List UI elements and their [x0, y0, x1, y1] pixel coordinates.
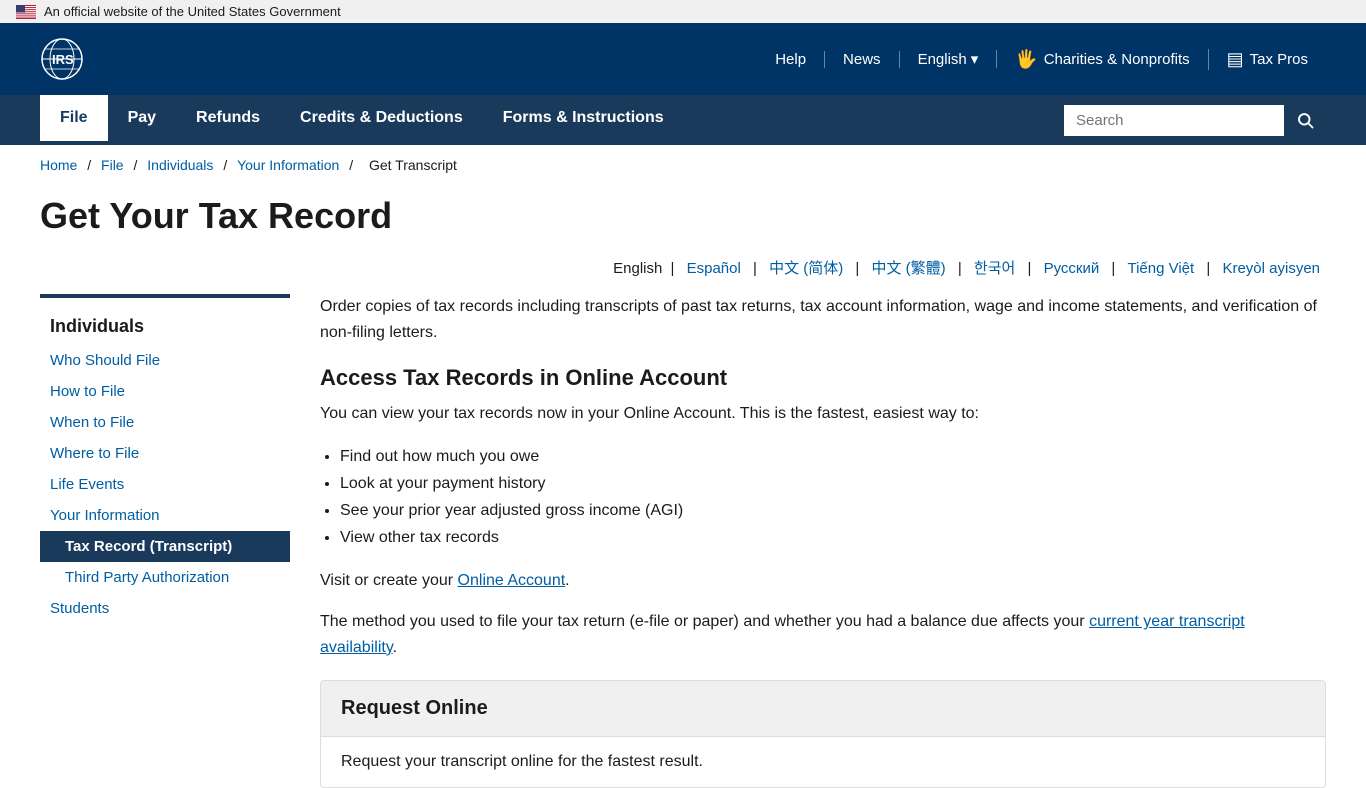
lang-vietnamese[interactable]: Tiếng Việt: [1127, 260, 1194, 277]
sidebar-item-third-party[interactable]: Third Party Authorization: [40, 562, 290, 593]
breadcrumb-individuals[interactable]: Individuals: [147, 157, 213, 173]
section1-note: The method you used to file your tax ret…: [320, 609, 1326, 660]
language-bar: English | Español | 中文 (简体) | 中文 (繁體) | …: [280, 257, 1366, 294]
lang-chinese-simplified[interactable]: 中文 (简体): [769, 260, 843, 277]
charities-link[interactable]: 🖐 Charities & Nonprofits: [997, 49, 1208, 70]
breadcrumb-sep1: /: [87, 157, 95, 173]
content-area: Individuals Who Should File How to File …: [0, 294, 1366, 788]
lang-creole[interactable]: Kreyòl ayisyen: [1222, 260, 1320, 277]
charities-icon: 🖐: [1015, 49, 1037, 70]
breadcrumb-current: Get Transcript: [369, 157, 457, 173]
lang-espanol[interactable]: Español: [687, 260, 741, 277]
lang-russian[interactable]: Русский: [1044, 260, 1100, 277]
sidebar-item-who-should-file[interactable]: Who Should File: [40, 345, 290, 376]
breadcrumb-sep2: /: [133, 157, 141, 173]
main-nav: File Pay Refunds Credits & Deductions Fo…: [0, 95, 1366, 145]
breadcrumb: Home / File / Individuals / Your Informa…: [0, 145, 1366, 185]
section1-title: Access Tax Records in Online Account: [320, 365, 1326, 391]
help-link[interactable]: Help: [757, 51, 825, 68]
request-box-body: Request your transcript online for the f…: [321, 737, 1325, 787]
sidebar-item-tax-record[interactable]: Tax Record (Transcript): [40, 531, 290, 562]
list-item: Find out how much you owe: [340, 443, 1326, 470]
breadcrumb-file[interactable]: File: [101, 157, 124, 173]
search-button[interactable]: [1284, 104, 1326, 136]
breadcrumb-home[interactable]: Home: [40, 157, 77, 173]
main-content: Order copies of tax records including tr…: [320, 294, 1326, 788]
nav-refunds[interactable]: Refunds: [176, 95, 280, 145]
tax-pros-icon: ▤: [1227, 49, 1244, 70]
list-item: Look at your payment history: [340, 470, 1326, 497]
list-item: View other tax records: [340, 524, 1326, 551]
sidebar-item-where-to-file[interactable]: Where to File: [40, 438, 290, 469]
sidebar-title: Individuals: [40, 308, 290, 345]
search-icon: [1296, 111, 1314, 129]
us-flag-icon: [16, 5, 36, 19]
logo-area: IRS: [40, 37, 84, 81]
news-link[interactable]: News: [825, 51, 900, 68]
chevron-down-icon: ▾: [971, 50, 979, 68]
breadcrumb-your-info[interactable]: Your Information: [237, 157, 339, 173]
intro-text: Order copies of tax records including tr…: [320, 294, 1326, 345]
nav-credits[interactable]: Credits & Deductions: [280, 95, 483, 145]
sidebar: Individuals Who Should File How to File …: [40, 294, 290, 788]
section1-visit: Visit or create your Online Account.: [320, 568, 1326, 594]
sidebar-item-life-events[interactable]: Life Events: [40, 469, 290, 500]
section1-list: Find out how much you owe Look at your p…: [340, 443, 1326, 552]
sidebar-item-your-information[interactable]: Your Information: [40, 500, 290, 531]
lang-chinese-traditional[interactable]: 中文 (繁體): [871, 260, 945, 277]
request-online-box: Request Online Request your transcript o…: [320, 680, 1326, 788]
section1-intro: You can view your tax records now in you…: [320, 401, 1326, 427]
tax-pros-link[interactable]: ▤ Tax Pros: [1209, 49, 1326, 70]
header: IRS Help News English ▾ 🖐 Charities & No…: [0, 23, 1366, 95]
nav-pay[interactable]: Pay: [108, 95, 176, 145]
lang-current: English: [613, 260, 662, 277]
header-nav: Help News English ▾ 🖐 Charities & Nonpro…: [757, 49, 1326, 70]
irs-logo-icon: IRS: [40, 37, 84, 81]
nav-file[interactable]: File: [40, 95, 108, 145]
gov-banner: An official website of the United States…: [0, 0, 1366, 23]
sidebar-item-students[interactable]: Students: [40, 593, 290, 624]
breadcrumb-sep3: /: [223, 157, 231, 173]
sidebar-item-how-to-file[interactable]: How to File: [40, 376, 290, 407]
search-area: [1064, 95, 1326, 145]
page-title: Get Your Tax Record: [0, 185, 1366, 257]
search-input[interactable]: [1064, 105, 1284, 136]
language-selector[interactable]: English ▾: [900, 50, 998, 68]
gov-banner-text: An official website of the United States…: [44, 4, 341, 19]
breadcrumb-sep4: /: [349, 157, 357, 173]
lang-korean[interactable]: 한국어: [974, 260, 1015, 277]
request-box-title: Request Online: [321, 681, 1325, 737]
main-nav-items: File Pay Refunds Credits & Deductions Fo…: [40, 95, 684, 145]
online-account-link[interactable]: Online Account: [458, 572, 566, 589]
nav-forms[interactable]: Forms & Instructions: [483, 95, 684, 145]
sidebar-item-when-to-file[interactable]: When to File: [40, 407, 290, 438]
svg-text:IRS: IRS: [52, 52, 74, 67]
list-item: See your prior year adjusted gross incom…: [340, 497, 1326, 524]
